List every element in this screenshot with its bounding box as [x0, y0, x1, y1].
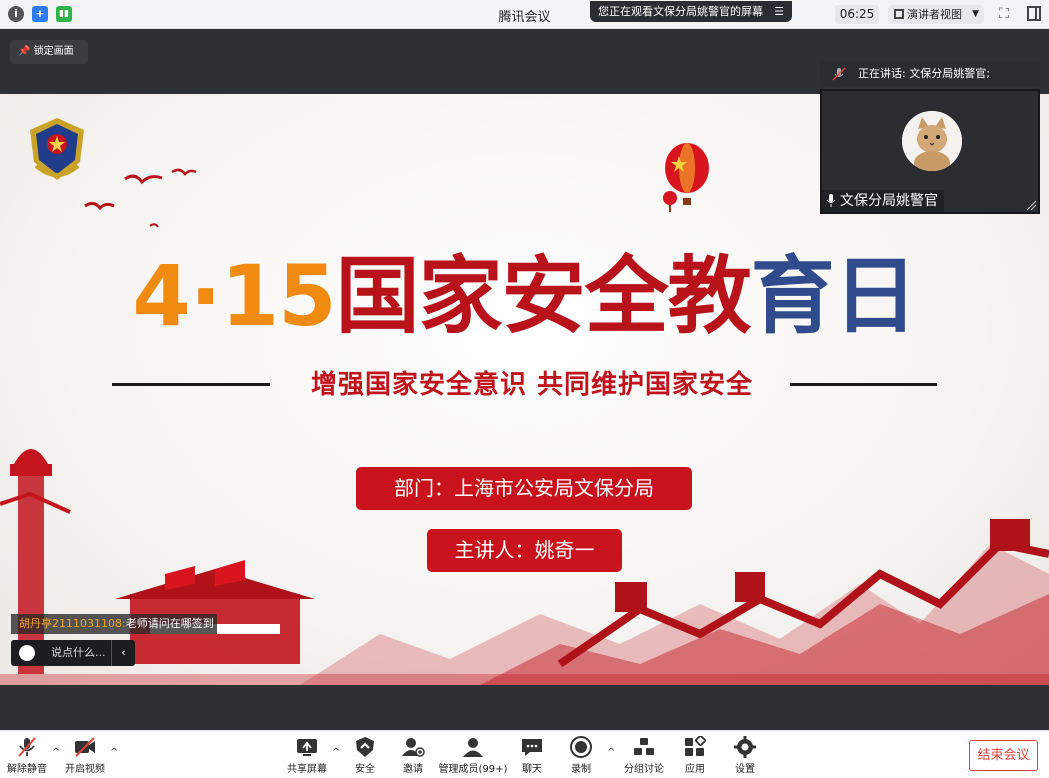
pin-icon: 📌	[18, 46, 31, 57]
slide-title-text-a: 国家安全教	[335, 247, 752, 345]
apps-icon	[685, 736, 706, 756]
avatar	[902, 111, 962, 171]
title-bar: i + ▮▮ 腾讯会议 您正在观看文保分局姚警官的屏幕 ☰ 06:25 演讲者视…	[0, 0, 1049, 29]
speaking-label: 正在讲话: 文保分局姚警官;	[858, 67, 990, 80]
info-icon[interactable]: i	[8, 6, 24, 22]
subtitle-line-left	[112, 383, 270, 386]
chat-input[interactable]: 说点什么... ‹	[11, 640, 135, 666]
slide-subtitle-row: 增强国家安全意识 共同维护国家安全	[112, 364, 937, 404]
chat-icon	[522, 739, 542, 756]
share-screen-button[interactable]: 共享屏幕	[277, 736, 337, 776]
slide-title-text-b: 育日	[750, 247, 918, 345]
record-button[interactable]: 录制	[551, 736, 611, 776]
lock-screen-button[interactable]: 📌 锁定画面	[10, 40, 88, 64]
record-label: 录制	[571, 764, 591, 775]
invite-button[interactable]: 邀请	[383, 736, 443, 776]
shield-icon[interactable]: +	[32, 6, 48, 22]
fullscreen-icon[interactable]: ⛶	[996, 6, 1012, 22]
subtitle-line-right	[790, 383, 937, 386]
emoji-icon[interactable]	[19, 645, 35, 661]
add-user-icon	[402, 738, 425, 757]
lock-screen-label: 锁定画面	[33, 46, 74, 57]
share-screen-icon	[297, 739, 317, 756]
end-meeting-button[interactable]: 结束会议	[969, 740, 1038, 771]
video-options-chevron-icon[interactable]: ^	[110, 747, 118, 758]
chat-input-placeholder: 说点什么...	[51, 646, 106, 659]
cat-avatar-image	[902, 111, 962, 171]
start-video-label: 开启视频	[65, 764, 105, 775]
view-mode-label: 演讲者视图	[907, 8, 962, 21]
caret-down-icon: ▼	[972, 9, 979, 19]
invite-label: 邀请	[403, 764, 423, 775]
layout-icon	[894, 9, 904, 19]
manage-members-label: 管理成员(99+)	[438, 764, 508, 775]
members-icon	[463, 738, 483, 757]
settings-label: 设置	[735, 764, 755, 775]
unmute-label: 解除静音	[7, 764, 47, 775]
gear-icon	[734, 736, 756, 758]
muted-mic-icon	[832, 67, 846, 81]
menu-icon[interactable]: ☰	[774, 1, 784, 22]
unmute-button[interactable]: 解除静音	[0, 736, 57, 776]
slide-title: 4·15国家安全教育日	[0, 229, 1049, 350]
share-screen-label: 共享屏幕	[287, 764, 327, 775]
watching-notice-text: 您正在观看文保分局姚警官的屏幕	[598, 5, 763, 18]
record-icon	[570, 736, 592, 758]
signal-icon[interactable]: ▮▮	[56, 6, 72, 22]
birds-decoration	[84, 168, 197, 228]
mic-icon	[826, 194, 836, 207]
chat-message-text: 老师请问在哪签到	[125, 617, 214, 630]
collapse-chat-icon[interactable]: ‹	[111, 640, 135, 666]
start-video-button[interactable]: 开启视频	[55, 736, 115, 776]
meeting-timer: 06:25	[835, 5, 879, 24]
hot-air-balloon	[663, 143, 709, 212]
great-wall-illustration	[0, 449, 1049, 685]
watching-notice[interactable]: 您正在观看文保分局姚警官的屏幕 ☰	[590, 1, 792, 22]
participant-video-tile[interactable]: 文保分局姚警官	[820, 89, 1040, 214]
sidebar-toggle-icon[interactable]	[1027, 6, 1041, 21]
chat-sender: 胡丹亭2111031108:	[19, 617, 126, 630]
breakout-icon	[634, 738, 654, 755]
slide-title-number: 4·15	[132, 247, 336, 345]
view-mode-button[interactable]: 演讲者视图 ▼	[888, 5, 984, 24]
muted-mic-icon	[18, 737, 36, 757]
bottom-toolbar: 解除静音 ^ 开启视频 ^ 共享屏幕 ^ 安全 邀请 管理成员(99+) 聊天 …	[0, 730, 1049, 778]
slide-subtitle: 增强国家安全意识 共同维护国家安全	[310, 370, 754, 400]
speaking-indicator: 正在讲话: 文保分局姚警官;	[820, 61, 1040, 87]
resize-handle-icon[interactable]	[1025, 199, 1037, 211]
chat-message: 胡丹亭2111031108:老师请问在哪签到	[11, 614, 217, 634]
video-off-icon	[75, 737, 95, 757]
shield-icon	[356, 737, 374, 757]
settings-button[interactable]: 设置	[715, 736, 775, 776]
participant-name: 文保分局姚警官	[840, 193, 938, 209]
participant-name-tag: 文保分局姚警官	[822, 190, 944, 212]
manage-members-button[interactable]: 管理成员(99+)	[436, 736, 510, 776]
